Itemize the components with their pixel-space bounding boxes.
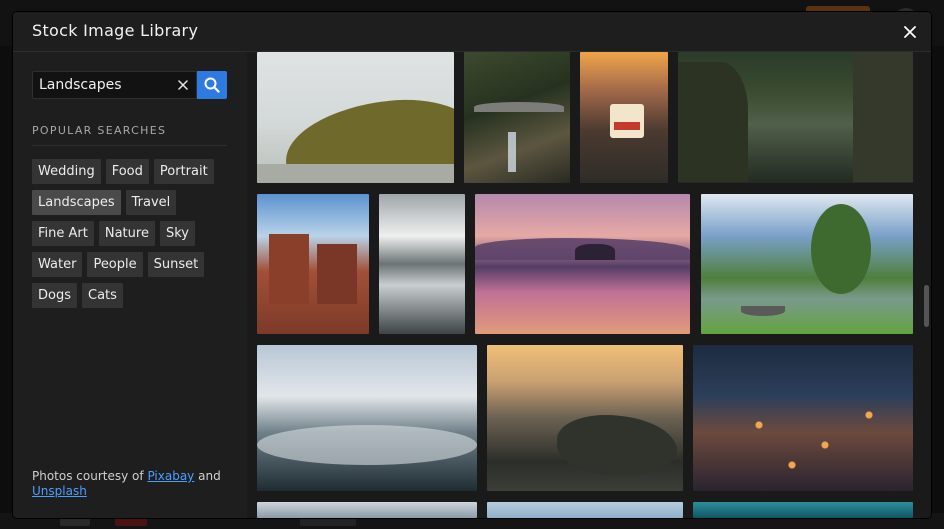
- photo-credits: Photos courtesy of Pixabay and Unsplash: [32, 469, 242, 499]
- clear-search-button[interactable]: [174, 75, 192, 95]
- modal-title: Stock Image Library: [32, 21, 199, 40]
- tag-nature[interactable]: Nature: [98, 221, 155, 246]
- image-tile[interactable]: [678, 52, 913, 183]
- image-tile[interactable]: [257, 194, 369, 334]
- search-input[interactable]: [39, 75, 171, 95]
- image-tile[interactable]: [701, 194, 913, 334]
- tag-row: Water People Sunset: [32, 252, 237, 277]
- image-gallery: [247, 52, 931, 518]
- tag-travel[interactable]: Travel: [125, 190, 177, 215]
- image-tile[interactable]: [580, 52, 668, 183]
- image-tile[interactable]: [693, 345, 913, 491]
- image-tile[interactable]: [257, 52, 454, 183]
- search-box: [32, 71, 197, 99]
- pixabay-link[interactable]: Pixabay: [147, 469, 194, 483]
- tag-portrait[interactable]: Portrait: [153, 159, 214, 184]
- tag-water[interactable]: Water: [32, 252, 83, 277]
- tag-sky[interactable]: Sky: [159, 221, 195, 246]
- tag-wedding[interactable]: Wedding: [32, 159, 101, 184]
- tag-row: Dogs Cats: [32, 283, 237, 308]
- image-tile[interactable]: [693, 502, 913, 518]
- popular-searches-label: POPULAR SEARCHES: [32, 124, 167, 137]
- image-tile[interactable]: [487, 502, 683, 518]
- close-button[interactable]: [899, 21, 921, 43]
- tag-sunset[interactable]: Sunset: [147, 252, 205, 277]
- search-button[interactable]: [197, 71, 227, 99]
- tag-landscapes[interactable]: Landscapes: [32, 190, 121, 215]
- image-tile[interactable]: [257, 345, 477, 491]
- popular-tags: Wedding Food Portrait Landscapes Travel …: [32, 159, 237, 314]
- tag-row: Wedding Food Portrait: [32, 159, 237, 184]
- search-icon: [204, 77, 220, 93]
- clear-icon: [178, 80, 188, 90]
- tag-row: Landscapes Travel: [32, 190, 237, 215]
- tag-dogs[interactable]: Dogs: [32, 283, 77, 308]
- close-icon: [904, 26, 916, 38]
- image-tile[interactable]: [464, 52, 570, 183]
- tag-people[interactable]: People: [87, 252, 143, 277]
- divider: [32, 145, 227, 146]
- credits-prefix: Photos courtesy of: [32, 469, 144, 483]
- image-tile[interactable]: [257, 502, 477, 518]
- image-tile[interactable]: [475, 194, 690, 334]
- credits-and: and: [198, 469, 221, 483]
- tag-row: Fine Art Nature Sky: [32, 221, 237, 246]
- unsplash-link[interactable]: Unsplash: [32, 484, 87, 498]
- stock-image-library-modal: Stock Image Library POPULAR SEARCHES: [13, 12, 931, 518]
- tag-fine-art[interactable]: Fine Art: [32, 221, 94, 246]
- tag-food[interactable]: Food: [105, 159, 149, 184]
- sidebar: POPULAR SEARCHES Wedding Food Portrait L…: [13, 52, 247, 518]
- modal-header: Stock Image Library: [13, 12, 931, 52]
- tag-cats[interactable]: Cats: [82, 283, 123, 308]
- image-tile[interactable]: [379, 194, 465, 334]
- scrollbar-thumb[interactable]: [924, 285, 929, 327]
- image-tile[interactable]: [487, 345, 683, 491]
